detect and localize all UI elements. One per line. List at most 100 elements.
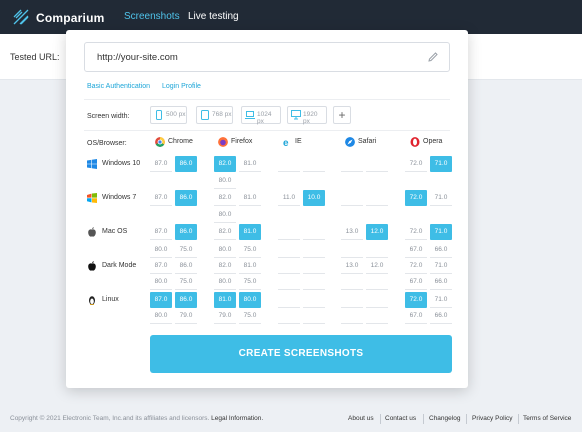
version-cell[interactable]: 81.0 (239, 258, 261, 274)
footer-link-privacy[interactable]: Privacy Policy (472, 415, 512, 422)
version-cell[interactable]: 82.0 (214, 224, 236, 240)
footer-link-terms[interactable]: Terms of Service (523, 415, 571, 422)
screen-width-768[interactable]: 768 px (196, 106, 233, 124)
version-cell[interactable]: 66.0 (430, 274, 452, 290)
version-cell[interactable]: 75.0 (175, 242, 197, 258)
version-cell-selected[interactable]: 86.0 (175, 190, 197, 206)
browser-name: Safari (358, 138, 377, 145)
version-cell[interactable]: 67.0 (405, 308, 427, 324)
version-cell[interactable]: 71.0 (430, 258, 452, 274)
version-cell[interactable]: 13.0 (341, 258, 363, 274)
safari-icon (345, 137, 355, 147)
version-cell[interactable]: 80.0 (214, 274, 236, 290)
version-cell-empty (278, 242, 300, 258)
version-cell[interactable]: 80.0 (150, 242, 172, 258)
version-cell[interactable]: 75.0 (175, 274, 197, 290)
version-cell[interactable]: 75.0 (239, 274, 261, 290)
screen-width-1024[interactable]: 1024 px (241, 106, 281, 125)
browser-name: IE (295, 138, 302, 145)
version-cell-empty (366, 308, 388, 324)
version-cell[interactable]: 86.0 (175, 258, 197, 274)
version-cell-empty (341, 274, 363, 290)
login-profile-link[interactable]: Login Profile (162, 83, 201, 90)
version-cell-empty (366, 156, 388, 172)
version-cell-selected[interactable]: 72.0 (405, 292, 427, 308)
version-cell-selected[interactable]: 12.0 (366, 224, 388, 240)
version-cell[interactable]: 72.0 (405, 156, 427, 172)
version-cell-selected[interactable]: 72.0 (405, 190, 427, 206)
version-cell[interactable]: 80.0 (214, 207, 236, 223)
screen-width-1920[interactable]: 1920 px (287, 106, 327, 125)
version-cell[interactable]: 80.0 (214, 173, 236, 189)
version-cell-empty (278, 258, 300, 274)
version-cell-empty (303, 224, 325, 240)
opera-icon (410, 137, 420, 147)
version-cell-selected[interactable]: 86.0 (175, 224, 197, 240)
tested-url-label: Tested URL: (10, 52, 60, 62)
version-cell[interactable]: 80.0 (214, 242, 236, 258)
version-cell[interactable]: 12.0 (366, 258, 388, 274)
version-cell-empty (303, 308, 325, 324)
version-cell-selected[interactable]: 71.0 (430, 156, 452, 172)
version-cell[interactable]: 71.0 (430, 292, 452, 308)
screen-width-option: 1024 px (257, 111, 272, 125)
version-cell-selected[interactable]: 81.0 (214, 292, 236, 308)
version-cell[interactable]: 81.0 (239, 190, 261, 206)
version-cell[interactable]: 66.0 (430, 242, 452, 258)
version-cell[interactable]: 67.0 (405, 242, 427, 258)
version-cell[interactable]: 81.0 (239, 156, 261, 172)
nav-live-testing[interactable]: Live testing (188, 11, 239, 22)
version-cell[interactable]: 13.0 (341, 224, 363, 240)
os-name: Windows 10 (102, 160, 141, 167)
version-cell[interactable]: 11.0 (278, 190, 300, 206)
create-screenshots-button[interactable]: CREATE SCREENSHOTS (150, 335, 452, 373)
version-cell-selected[interactable]: 10.0 (303, 190, 325, 206)
version-cell-selected[interactable]: 87.0 (150, 292, 172, 308)
version-cell-empty (366, 292, 388, 308)
brand-name[interactable]: Comparium (36, 11, 104, 25)
footer-link-contact[interactable]: Contact us (385, 415, 416, 422)
legal-information-link[interactable]: Legal Information. (211, 415, 263, 422)
version-cell-selected[interactable]: 86.0 (175, 156, 197, 172)
footer-link-about[interactable]: About us (348, 415, 374, 422)
url-input[interactable]: http://your-site.com (84, 42, 450, 72)
version-cell[interactable]: 66.0 (430, 308, 452, 324)
os-name: Windows 7 (102, 194, 137, 201)
version-cell[interactable]: 79.0 (175, 308, 197, 324)
screen-width-500[interactable]: 500 px (150, 106, 187, 124)
nav-screenshots[interactable]: Screenshots (124, 11, 180, 22)
windows-7-icon (87, 193, 97, 203)
version-cell[interactable]: 87.0 (150, 258, 172, 274)
version-cell-selected[interactable]: 86.0 (175, 292, 197, 308)
footer-divider (466, 414, 467, 424)
version-cell[interactable]: 79.0 (214, 308, 236, 324)
version-cell[interactable]: 87.0 (150, 190, 172, 206)
edit-pencil-icon[interactable] (427, 51, 439, 63)
url-input-value[interactable]: http://your-site.com (97, 52, 178, 63)
footer-copyright: Copyright © 2021 Electronic Team, Inc.an… (10, 415, 263, 422)
version-cell[interactable]: 71.0 (430, 190, 452, 206)
version-cell[interactable]: 80.0 (150, 274, 172, 290)
version-cell[interactable]: 82.0 (214, 258, 236, 274)
version-cell[interactable]: 67.0 (405, 274, 427, 290)
version-cell-selected[interactable]: 82.0 (214, 156, 236, 172)
version-cell-empty (278, 274, 300, 290)
comparium-logo-icon (13, 9, 29, 25)
version-cell[interactable]: 82.0 (214, 190, 236, 206)
basic-authentication-link[interactable]: Basic Authentication (87, 83, 150, 90)
version-cell-selected[interactable]: 80.0 (239, 292, 261, 308)
version-cell-selected[interactable]: 71.0 (430, 224, 452, 240)
version-cell[interactable]: 87.0 (150, 224, 172, 240)
version-cell[interactable]: 80.0 (150, 308, 172, 324)
version-cell[interactable]: 75.0 (239, 308, 261, 324)
version-cell-empty (366, 242, 388, 258)
version-cell-selected[interactable]: 81.0 (239, 224, 261, 240)
chrome-icon (155, 137, 165, 147)
add-screen-width-button[interactable]: + (333, 106, 351, 124)
version-cell-empty (303, 156, 325, 172)
footer-link-changelog[interactable]: Changelog (429, 415, 460, 422)
version-cell[interactable]: 75.0 (239, 242, 261, 258)
version-cell[interactable]: 72.0 (405, 224, 427, 240)
version-cell[interactable]: 87.0 (150, 156, 172, 172)
version-cell[interactable]: 72.0 (405, 258, 427, 274)
